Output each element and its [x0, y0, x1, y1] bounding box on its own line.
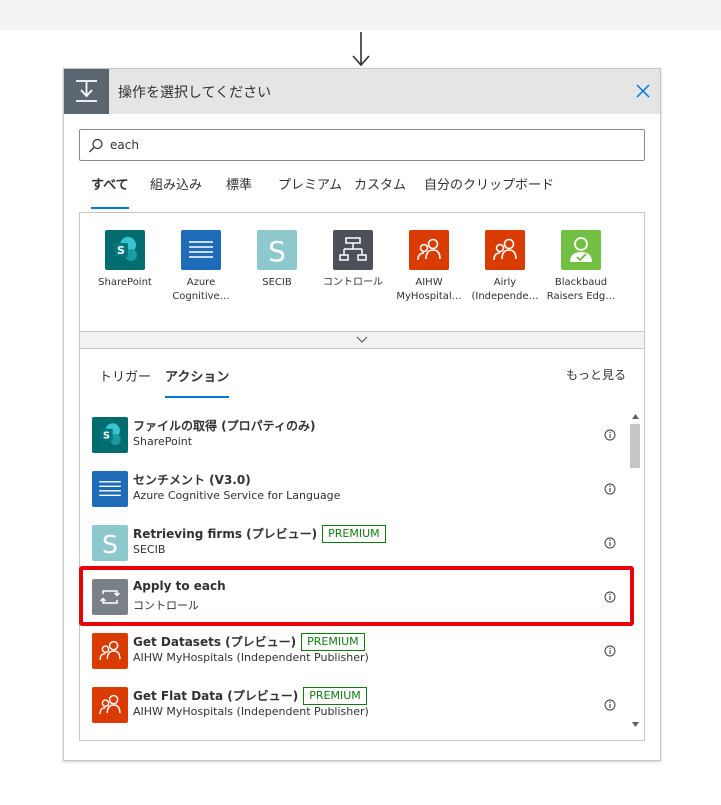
info-icon[interactable]	[604, 483, 616, 495]
action-connector: SECIB	[133, 543, 166, 556]
action-title-text: Get Flat Data (プレビュー)	[133, 689, 299, 703]
info-icon[interactable]	[604, 429, 616, 441]
connector-label-line2: MyHospital…	[396, 291, 462, 302]
connector-label-line2: Raisers Edg…	[546, 291, 616, 302]
tab-builtin[interactable]: 組み込み	[150, 175, 202, 209]
action-row-retrieving-firms[interactable]: S Retrieving firms (プレビュー) PREMIUM SECIB	[80, 517, 628, 571]
action-row-get-datasets[interactable]: Get Datasets (プレビュー) PREMIUM AIHW MyHospi…	[80, 625, 628, 679]
action-row-get-flat-data[interactable]: Get Flat Data (プレビュー) PREMIUM AIHW MyHosp…	[80, 679, 628, 733]
people-icon	[92, 633, 128, 669]
action-connector: AIHW MyHospitals (Independent Publisher)	[133, 651, 369, 664]
connector-label: SharePoint	[98, 277, 152, 288]
connector-blackbaud[interactable]: Blackbaud Raisers Edg…	[544, 230, 618, 304]
premium-badge: PREMIUM	[322, 525, 386, 543]
flow-arrow-icon	[352, 32, 370, 67]
connector-control[interactable]: コントロール	[316, 230, 390, 290]
connector-label-line2: (Independe…	[471, 291, 539, 302]
tab-my-clipboard[interactable]: 自分のクリップボード	[424, 175, 554, 209]
svg-text:S: S	[268, 235, 286, 268]
action-connector: Azure Cognitive Service for Language	[133, 489, 341, 502]
control-icon	[333, 230, 373, 270]
info-icon[interactable]	[604, 645, 616, 657]
loop-icon	[92, 579, 128, 615]
connector-azure-cognitive[interactable]: Azure Cognitive…	[164, 230, 238, 304]
person-check-icon	[561, 230, 601, 270]
connector-label-line1: Azure	[186, 277, 216, 288]
connector-label: SECIB	[262, 277, 292, 288]
tab-standard[interactable]: 標準	[226, 175, 252, 209]
scroll-down-arrow-icon[interactable]	[631, 720, 640, 729]
info-icon[interactable]	[604, 537, 616, 549]
svg-text:S: S	[103, 431, 110, 442]
dialog-title: 操作を選択してください	[118, 85, 272, 101]
scroll-up-arrow-icon[interactable]	[631, 412, 640, 421]
scrollbar-thumb[interactable]	[630, 424, 640, 468]
operation-icon	[64, 69, 109, 114]
people-icon	[92, 687, 128, 723]
tab-premium[interactable]: プレミアム	[278, 175, 342, 209]
search-icon	[89, 138, 103, 153]
action-title-text: Get Datasets (プレビュー)	[133, 635, 297, 649]
sharepoint-icon: S	[92, 417, 128, 453]
cognitive-lines-icon	[92, 471, 128, 507]
people-icon	[409, 230, 449, 270]
svg-text:S: S	[117, 244, 125, 257]
expand-connectors-button[interactable]	[79, 331, 645, 349]
tab-all[interactable]: すべて	[91, 175, 129, 209]
action-row-get-file-properties[interactable]: S ファイルの取得 (プロパティのみ) SharePoint	[80, 409, 628, 463]
connector-label-line1: Airly	[493, 277, 517, 288]
people-icon	[485, 230, 525, 270]
action-list-scrollbar[interactable]	[627, 409, 644, 732]
connector-aihw[interactable]: AIHW MyHospital…	[392, 230, 466, 304]
connector-grid: S SharePoint Azure Cognitive… S SECIB コン…	[79, 212, 645, 332]
action-title: ファイルの取得 (プロパティのみ)	[133, 419, 316, 433]
action-connector: コントロール	[133, 599, 199, 612]
action-connector: AIHW MyHospitals (Independent Publisher)	[133, 705, 369, 718]
connector-label: Airly (Independe…	[468, 276, 542, 304]
connector-label: Blackbaud Raisers Edg…	[544, 276, 618, 304]
connector-label-line1: Blackbaud	[554, 277, 608, 288]
action-title: Get Flat Data (プレビュー) PREMIUM	[133, 687, 367, 705]
tab-custom[interactable]: カスタム	[354, 175, 406, 209]
connector-label-line2: Cognitive…	[172, 291, 230, 302]
connector-label-line1: AIHW	[415, 277, 443, 288]
tab-actions[interactable]: アクション	[165, 367, 230, 398]
connector-sharepoint[interactable]: S SharePoint	[88, 230, 162, 290]
connector-secib[interactable]: S SECIB	[240, 230, 314, 290]
cognitive-lines-icon	[181, 230, 221, 270]
see-more-link[interactable]: もっと見る	[566, 366, 626, 383]
secib-s-icon: S	[257, 230, 297, 270]
chevron-down-icon	[356, 336, 368, 343]
action-title: Retrieving firms (プレビュー) PREMIUM	[133, 525, 386, 543]
dialog-header: 操作を選択してください	[64, 69, 660, 114]
action-connector: SharePoint	[133, 435, 193, 448]
choose-operation-dialog: 操作を選択してください すべて 組み込み 標準 プレミアム カスタム 自分のクリ…	[63, 68, 661, 761]
action-title: センチメント (V3.0)	[133, 473, 251, 487]
sharepoint-icon: S	[105, 230, 145, 270]
action-title-text: Retrieving firms (プレビュー)	[133, 527, 318, 541]
info-icon[interactable]	[604, 591, 616, 603]
secib-s-icon: S	[92, 525, 128, 561]
actions-panel: トリガー アクション もっと見る S ファイルの取得 (プロパティのみ) Sha…	[79, 349, 645, 741]
connector-label: Azure Cognitive…	[164, 276, 238, 304]
tab-triggers[interactable]: トリガー	[99, 367, 151, 398]
connector-airly[interactable]: Airly (Independe…	[468, 230, 542, 304]
top-band	[0, 0, 721, 30]
info-icon[interactable]	[604, 699, 616, 711]
action-title: Get Datasets (プレビュー) PREMIUM	[133, 633, 365, 651]
svg-text:S: S	[102, 530, 118, 559]
premium-badge: PREMIUM	[303, 687, 367, 705]
connector-label: AIHW MyHospital…	[392, 276, 466, 304]
action-title: Apply to each	[133, 579, 226, 593]
search-input[interactable]	[110, 135, 630, 155]
search-box	[79, 129, 645, 161]
connector-label: コントロール	[323, 277, 383, 288]
action-row-apply-to-each[interactable]: Apply to each コントロール	[80, 571, 628, 625]
close-icon[interactable]	[632, 80, 654, 102]
premium-badge: PREMIUM	[301, 633, 365, 651]
action-row-sentiment[interactable]: センチメント (V3.0) Azure Cognitive Service fo…	[80, 463, 628, 517]
